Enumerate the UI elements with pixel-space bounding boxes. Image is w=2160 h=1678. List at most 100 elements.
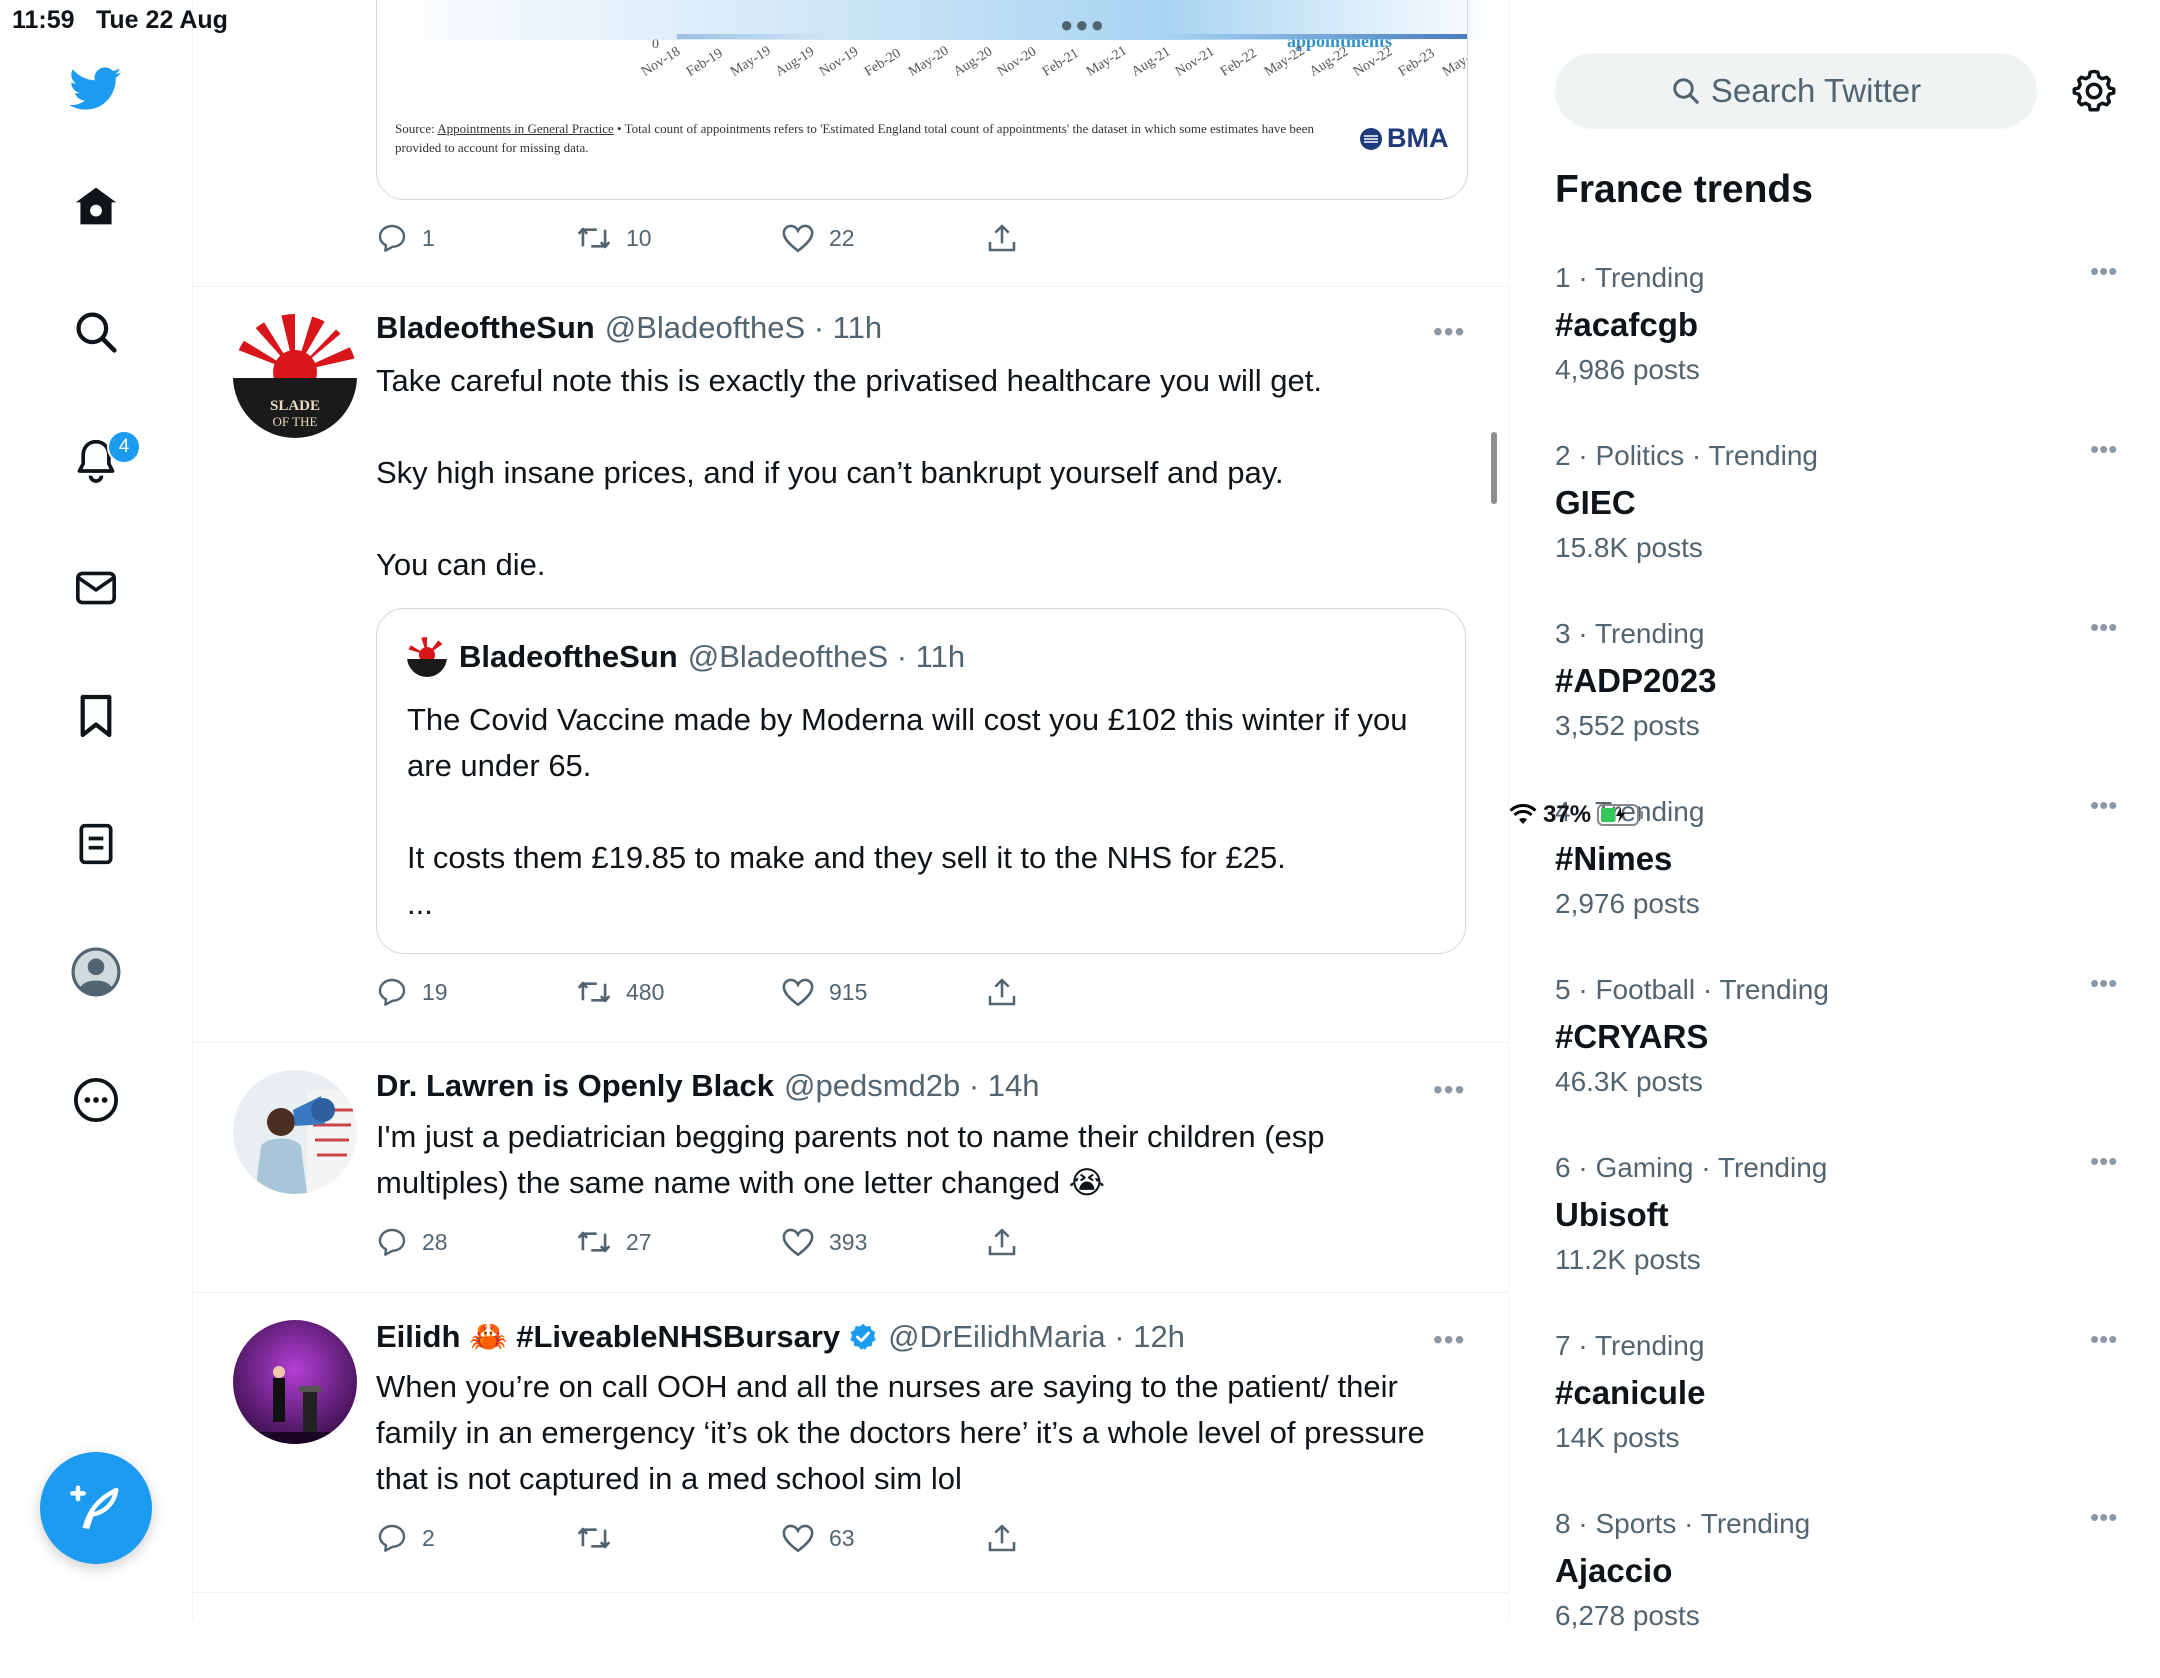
- scrollbar-thumb[interactable]: [1491, 432, 1497, 504]
- tweet-actions: 28 27 393: [376, 1226, 1018, 1258]
- reply-button[interactable]: 28: [376, 1226, 576, 1258]
- profile-avatar-icon[interactable]: [70, 946, 122, 998]
- like-count: 63: [829, 1524, 855, 1551]
- tweet-header: Eilidh 🦀 #LiveableNHSBursary @DrEilidhMa…: [376, 1318, 1185, 1355]
- avatar[interactable]: [233, 1070, 357, 1194]
- chart-tick-label: Aug-21: [1128, 44, 1173, 80]
- heart-icon: [782, 1524, 814, 1553]
- bookmark-icon[interactable]: [70, 690, 122, 742]
- multitask-dots[interactable]: ●●●: [1060, 12, 1106, 38]
- retweet-icon: [577, 227, 611, 249]
- chart-tick-label: May-23: [1440, 43, 1468, 80]
- retweet-icon: [577, 1527, 611, 1549]
- like-count: 22: [829, 224, 855, 251]
- user-handle[interactable]: @pedsmd2b · 14h: [784, 1068, 1040, 1104]
- tweet-text: Take careful note this is exactly the pr…: [376, 358, 1456, 588]
- quoted-line: It costs them £19.85 to make and they se…: [407, 840, 1286, 875]
- chart-tick-label: Feb-22: [1217, 45, 1260, 80]
- like-button[interactable]: 393: [781, 1226, 986, 1258]
- reply-count: 19: [422, 978, 448, 1005]
- reply-button[interactable]: 1: [376, 222, 576, 254]
- chart-tick-label: Aug-19: [772, 44, 817, 80]
- reply-icon: [378, 1524, 406, 1552]
- lists-icon[interactable]: [70, 818, 122, 870]
- chart-tick-label: May-22: [1262, 43, 1308, 80]
- battery-icon: [1597, 804, 1644, 826]
- chart-tick-label: Aug-20: [950, 44, 995, 80]
- quoted-tweet[interactable]: BladeoftheSun @BladeoftheS · 11h The Cov…: [376, 608, 1466, 954]
- tweet-actions: 2 63: [376, 1522, 1018, 1554]
- like-button[interactable]: 22: [781, 222, 986, 254]
- retweet-button[interactable]: 27: [576, 1226, 781, 1258]
- retweet-icon: [577, 981, 611, 1003]
- retweet-icon: [577, 1231, 611, 1253]
- chart-tick-label: Feb-23: [1395, 45, 1438, 80]
- reply-button[interactable]: 19: [376, 976, 576, 1008]
- tweet-line: Sky high insane prices, and if you can’t…: [376, 455, 1284, 490]
- chart-tick-label: May-21: [1084, 43, 1130, 80]
- chart-tick-label: Feb-21: [1039, 45, 1082, 80]
- tweet-more-button[interactable]: •••: [1433, 1074, 1465, 1106]
- user-handle[interactable]: @DrEilidhMaria · 12h: [888, 1319, 1185, 1355]
- quoted-handle: @BladeoftheS · 11h: [687, 639, 966, 674]
- like-count: 915: [829, 978, 868, 1005]
- quoted-avatar: [407, 637, 447, 677]
- tweet-text: When you’re on call OOH and all the nurs…: [376, 1369, 1425, 1496]
- messages-envelope-icon[interactable]: [70, 562, 122, 614]
- quoted-line: ...: [407, 886, 433, 921]
- quoted-display-name: BladeoftheSun: [459, 639, 678, 674]
- display-name[interactable]: Dr. Lawren is Openly Black: [376, 1068, 774, 1104]
- bma-logo: BMA: [1359, 123, 1449, 154]
- compose-feather-icon: [70, 1485, 119, 1529]
- display-name[interactable]: BladeoftheSun: [376, 310, 595, 346]
- avatar[interactable]: [233, 1320, 357, 1444]
- bma-emblem-icon: [1360, 127, 1382, 150]
- quoted-tweet-header: BladeoftheSun @BladeoftheS · 11h: [407, 637, 965, 677]
- reply-button[interactable]: 2: [376, 1522, 576, 1554]
- more-circle-icon[interactable]: [70, 1074, 122, 1126]
- chart-tick-label: Nov-18: [639, 44, 684, 80]
- share-button[interactable]: [986, 1522, 1018, 1554]
- reply-count: 2: [422, 1524, 435, 1551]
- chart-tick-label: Feb-20: [861, 45, 904, 80]
- display-name[interactable]: Eilidh 🦀 #LiveableNHSBursary: [376, 1318, 840, 1355]
- tweet-divider: [193, 1042, 1508, 1043]
- status-date: Tue 22 Aug: [96, 6, 228, 34]
- share-icon: [988, 1524, 1016, 1552]
- chart-tick-label: May-20: [906, 43, 952, 80]
- bma-logo-text: BMA: [1387, 123, 1449, 153]
- share-button[interactable]: [986, 976, 1018, 1008]
- like-count: 393: [829, 1228, 868, 1255]
- verified-badge-icon: [848, 1322, 878, 1352]
- tweet-actions: 1 10 22: [376, 222, 1018, 254]
- user-handle[interactable]: @BladeoftheS · 11h: [605, 310, 882, 346]
- chart-tick-label: Nov-19: [817, 44, 862, 80]
- tweet-line: You can die.: [376, 547, 546, 582]
- compose-tweet-button[interactable]: [40, 1452, 152, 1564]
- chart-tick-label: May-19: [728, 43, 774, 80]
- retweet-button[interactable]: 480: [576, 976, 781, 1008]
- retweet-button[interactable]: [576, 1522, 781, 1554]
- tweet-actions: 19 480 915: [376, 976, 1018, 1008]
- like-button[interactable]: 915: [781, 976, 986, 1008]
- like-button[interactable]: 63: [781, 1522, 986, 1554]
- retweet-button[interactable]: 10: [576, 222, 781, 254]
- share-icon: [988, 224, 1016, 252]
- chart-source-note: Source: Appointments in General Practice…: [395, 119, 1355, 157]
- tweet-more-button[interactable]: •••: [1433, 1324, 1465, 1356]
- share-button[interactable]: [986, 222, 1018, 254]
- chart-tick-label: Feb-19: [683, 45, 726, 80]
- share-button[interactable]: [986, 1226, 1018, 1258]
- home-icon[interactable]: [70, 180, 122, 232]
- explore-search-icon[interactable]: [70, 306, 122, 358]
- heart-icon: [782, 978, 814, 1007]
- reply-icon: [378, 1228, 406, 1256]
- twitter-logo-icon[interactable]: [70, 63, 122, 115]
- tweet-divider: [193, 286, 1508, 287]
- notification-badge: 4: [107, 430, 141, 464]
- quoted-tweet-text: The Covid Vaccine made by Moderna will c…: [407, 697, 1427, 927]
- avatar[interactable]: SLADE OF THE: [233, 314, 357, 438]
- share-icon: [988, 978, 1016, 1006]
- svg-text:OF THE: OF THE: [273, 414, 318, 429]
- tweet-more-button[interactable]: •••: [1433, 316, 1465, 348]
